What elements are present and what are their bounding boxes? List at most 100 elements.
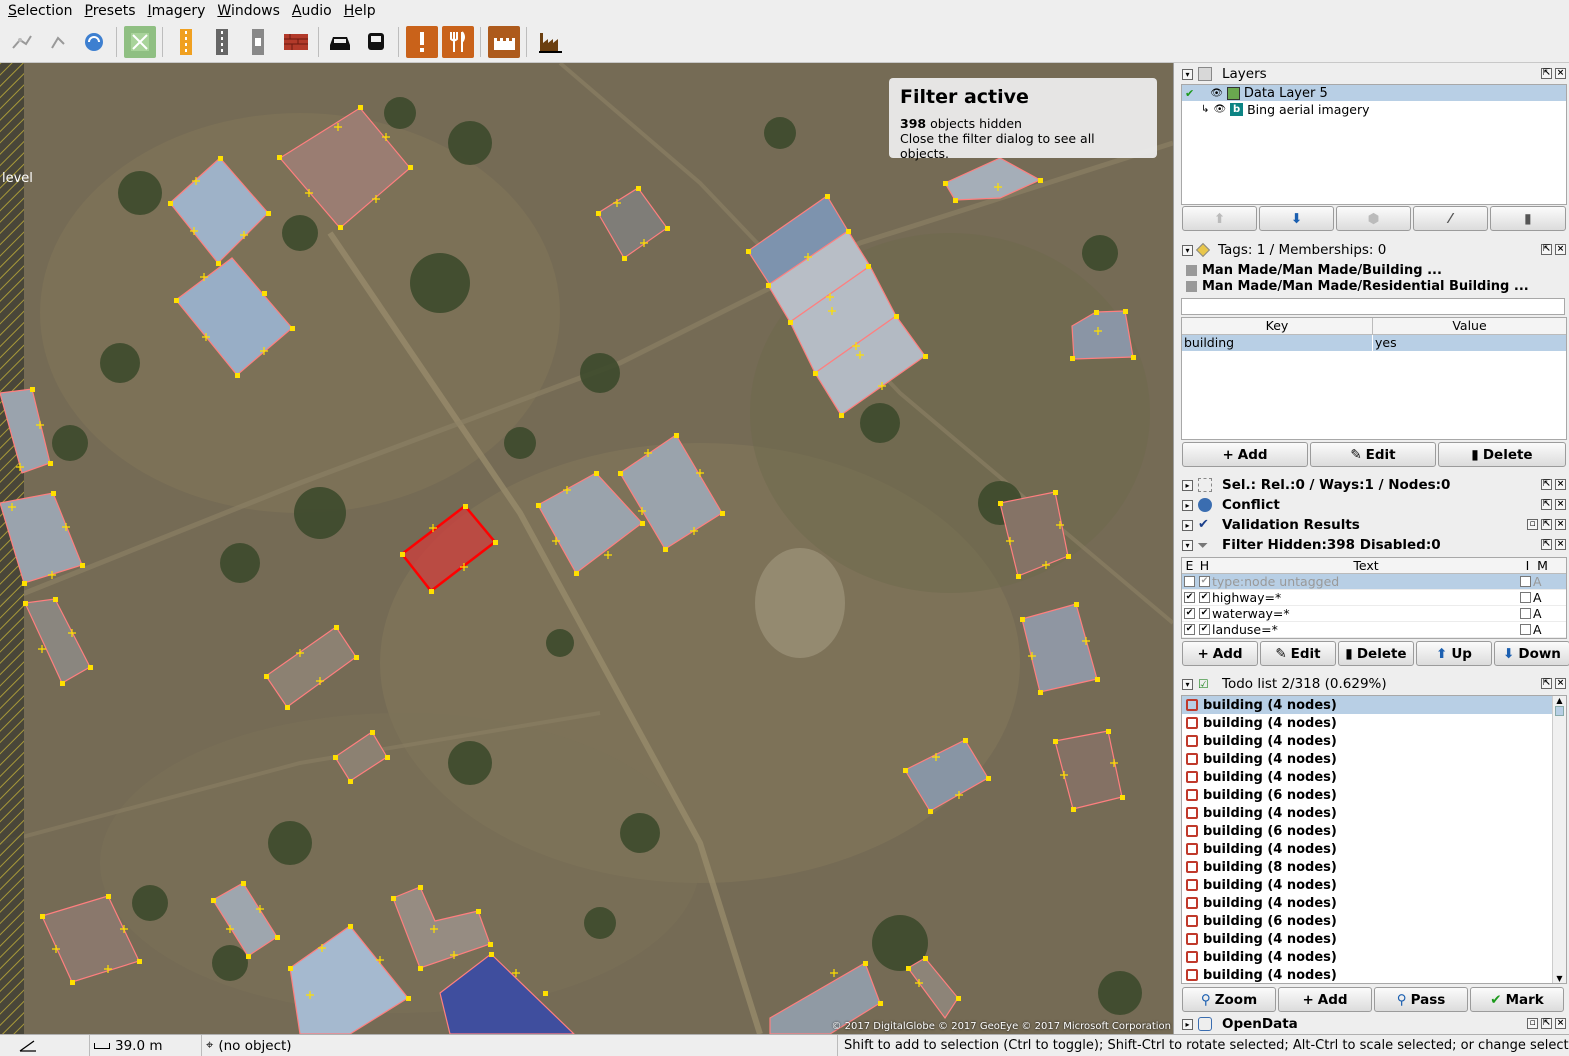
enable-checkbox[interactable]: ✔ [1184,592,1195,603]
close-icon[interactable]: × [1555,1018,1566,1029]
todo-item[interactable]: building (4 nodes) [1182,876,1552,894]
menu-help[interactable]: Help [338,3,382,19]
todo-item[interactable]: building (4 nodes) [1182,966,1552,983]
close-icon[interactable]: × [1555,539,1566,550]
wall-icon[interactable] [280,26,312,58]
map-view[interactable]: level © 2017 DigitalGlobe © 2017 GeoEye … [0,63,1173,1034]
opendata-panel-header[interactable]: ▸ OpenData ▫ ⇱ × [1182,1014,1568,1034]
visible-eye-icon[interactable]: 👁 [1213,104,1226,115]
delete-layer-icon[interactable]: ▮ [1490,206,1566,231]
tag-row[interactable]: building yes [1182,335,1566,351]
filter-mode[interactable]: A [1533,622,1547,637]
merge-icon[interactable]: ⬢ [1336,206,1411,231]
m-column-header[interactable]: M [1535,558,1550,573]
expand-icon[interactable]: ▸ [1182,519,1193,531]
close-icon[interactable]: × [1555,244,1566,255]
todo-item[interactable]: building (6 nodes) [1182,786,1552,804]
edit-filter-button[interactable]: ✎ Edit [1260,641,1336,666]
restaurant-icon[interactable] [442,26,474,58]
collapse-icon[interactable]: ▾ [1182,68,1193,80]
undock-icon[interactable]: ⇱ [1541,499,1552,510]
minimize-icon[interactable]: ▫ [1527,519,1538,530]
add-tag-button[interactable]: + Add [1182,442,1308,467]
todo-item[interactable]: building (6 nodes) [1182,912,1552,930]
warning-icon[interactable] [406,26,438,58]
hide-checkbox[interactable]: ✔ [1199,592,1210,603]
undock-icon[interactable]: ⇱ [1541,244,1552,255]
todo-item[interactable]: building (4 nodes) [1182,732,1552,750]
todo-item[interactable]: building (8 nodes) [1182,858,1552,876]
filter-mode[interactable]: A [1533,606,1547,621]
filter-mode[interactable]: A [1533,574,1547,589]
filter-row[interactable]: ✔ type:node untagged A [1182,574,1566,590]
map-paint-icon[interactable] [124,26,156,58]
filter-text[interactable]: landuse=* [1212,622,1518,637]
filter-row[interactable]: ✔ ✔ highway=* A [1182,590,1566,606]
filter-mode[interactable]: A [1533,590,1547,605]
validation-panel-header[interactable]: ▸ ✔ Validation Results ▫ ⇱ × [1182,515,1568,535]
layer-row[interactable]: ✔ 👁 Data Layer 5 [1182,85,1566,101]
visible-eye-icon[interactable]: 👁 [1210,88,1223,99]
hide-checkbox[interactable]: ✔ [1199,608,1210,619]
todo-scrollbar[interactable]: ▲ ▼ [1552,696,1566,983]
minimize-icon[interactable]: ▫ [1527,1018,1538,1029]
todo-item[interactable]: building (4 nodes) [1182,696,1552,714]
e-column-header[interactable]: E [1182,558,1197,573]
factory-icon[interactable] [534,26,566,58]
todo-item[interactable]: building (6 nodes) [1182,822,1552,840]
enable-checkbox[interactable] [1184,576,1195,587]
undock-icon[interactable]: ⇱ [1541,539,1552,550]
todo-item[interactable]: building (4 nodes) [1182,894,1552,912]
collapse-icon[interactable]: ▾ [1182,678,1193,690]
undock-icon[interactable]: ⇱ [1541,479,1552,490]
castle-icon[interactable] [488,26,520,58]
filter-row[interactable]: ✔ ✔ landuse=* A [1182,622,1566,638]
selection-panel-header[interactable]: ▸ Sel.: Rel.:0 / Ways:1 / Nodes:0 ⇱ × [1182,475,1568,495]
expand-icon[interactable]: ▸ [1182,1018,1193,1030]
i-column-header[interactable]: I [1520,558,1535,573]
menu-presets[interactable]: Presets [79,3,142,19]
enable-checkbox[interactable]: ✔ [1184,608,1195,619]
tags-panel-header[interactable]: ▾ Tags: 1 / Memberships: 0 ⇱ × [1182,240,1568,260]
scroll-down-icon[interactable]: ▼ [1553,974,1566,983]
layer-row[interactable]: ↳ 👁 b Bing aerial imagery [1182,101,1566,117]
value-column-header[interactable]: Value [1373,318,1566,334]
duplicate-icon[interactable]: ⁄ [1413,206,1488,231]
car-icon[interactable] [324,26,356,58]
text-column-header[interactable]: Text [1212,558,1520,573]
undock-icon[interactable]: ⇱ [1541,1018,1552,1029]
invert-checkbox[interactable] [1520,624,1531,635]
hide-checkbox[interactable]: ✔ [1199,624,1210,635]
key-column-header[interactable]: Key [1182,318,1373,334]
tag-value[interactable]: yes [1373,335,1566,351]
collapse-icon[interactable]: ▾ [1182,244,1193,256]
undock-icon[interactable]: ⇱ [1541,678,1552,689]
move-down-icon[interactable]: ⬇ [1259,206,1334,231]
menu-imagery[interactable]: Imagery [142,3,212,19]
close-icon[interactable]: × [1555,499,1566,510]
zoom-button[interactable]: ⚲ Zoom [1182,987,1276,1012]
menu-selection[interactable]: Selection [2,3,79,19]
invert-checkbox[interactable] [1520,576,1531,587]
filter-text[interactable]: type:node untagged [1212,574,1518,589]
todo-item[interactable]: building (4 nodes) [1182,948,1552,966]
collapse-icon[interactable]: ▾ [1182,539,1193,551]
tag-key[interactable]: building [1182,335,1373,351]
menu-audio[interactable]: Audio [286,3,338,19]
undock-icon[interactable]: ⇱ [1541,68,1552,79]
path-icon[interactable] [242,26,274,58]
move-up-icon[interactable]: ⬆ [1182,206,1257,231]
filter-text[interactable]: highway=* [1212,590,1518,605]
todo-panel-header[interactable]: ▾ ☑ Todo list 2/318 (0.629%) ⇱ × [1182,674,1568,694]
menu-windows[interactable]: Windows [211,3,286,19]
filter-row[interactable]: ✔ ✔ waterway=* A [1182,606,1566,622]
wireframe-icon[interactable] [6,26,38,58]
h-column-header[interactable]: H [1197,558,1212,573]
todo-item[interactable]: building (4 nodes) [1182,804,1552,822]
delete-tag-button[interactable]: ▮ Delete [1438,442,1566,467]
hide-checkbox[interactable]: ✔ [1199,576,1210,587]
add-todo-button[interactable]: + Add [1278,987,1372,1012]
preset-link[interactable]: Man Made/Man Made/Residential Building .… [1182,278,1566,294]
filter-panel-header[interactable]: ▾ ⏷ Filter Hidden:398 Disabled:0 ⇱ × [1182,535,1568,555]
scroll-up-icon[interactable]: ▲ [1553,696,1566,705]
